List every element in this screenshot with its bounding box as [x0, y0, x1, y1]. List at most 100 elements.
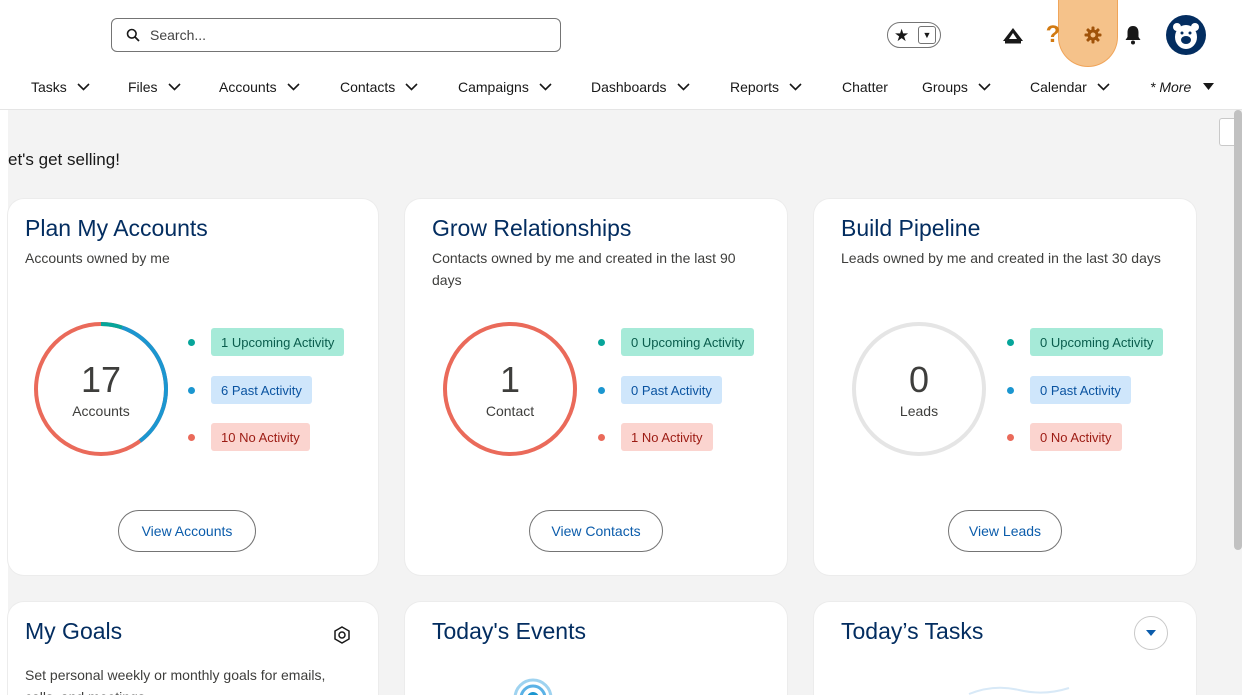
nav-label: Campaigns — [458, 79, 529, 95]
trailhead-icon[interactable] — [1000, 25, 1026, 47]
upcoming-activity-badge[interactable]: 1 Upcoming Activity — [211, 328, 345, 356]
nav-label: Calendar — [1030, 79, 1087, 95]
no-activity-dot — [188, 433, 195, 441]
upcoming-dot — [598, 338, 605, 346]
search-placeholder: Search... — [150, 27, 207, 43]
utility-side-tab[interactable] — [1219, 118, 1235, 146]
global-header: Search... ★ ▼ ? Tasks Files Accounts Con… — [0, 0, 1242, 110]
view-contacts-button[interactable]: View Contacts — [529, 510, 663, 552]
help-icon[interactable]: ? — [1042, 21, 1064, 49]
search-icon — [126, 27, 142, 43]
chevron-down-icon[interactable]: ▼ — [918, 26, 936, 44]
nav-item-groups[interactable]: Groups — [922, 72, 991, 102]
card-title: Today's Events — [432, 618, 586, 644]
chevron-down-icon[interactable] — [287, 83, 300, 91]
chevron-down-icon[interactable] — [978, 83, 991, 91]
chevron-down-icon[interactable] — [789, 83, 802, 91]
card-my-goals: My Goals Set personal weekly or monthly … — [8, 602, 378, 695]
page-heading: et's get selling! — [8, 150, 120, 169]
nav-label: Chatter — [842, 79, 888, 95]
favorites-button[interactable]: ★ ▼ — [887, 22, 941, 48]
no-activity-badge[interactable]: 0 No Activity — [1030, 423, 1122, 451]
nav-label: Files — [128, 79, 158, 95]
tasks-illustration-icon — [968, 686, 1070, 695]
nav-more-label: * More — [1150, 79, 1192, 95]
legend-none: 0 No Activity — [1007, 423, 1122, 451]
bell-icon[interactable] — [1122, 24, 1144, 46]
nav-item-more[interactable]: * More — [1150, 72, 1215, 102]
legend-upcoming: 0 Upcoming Activity — [1007, 328, 1164, 356]
chevron-down-icon[interactable] — [539, 83, 552, 91]
view-leads-button[interactable]: View Leads — [948, 510, 1062, 552]
chevron-down-icon[interactable] — [1097, 83, 1110, 91]
chevron-down-icon[interactable] — [77, 83, 90, 91]
legend-past: 0 Past Activity — [598, 376, 722, 404]
chevron-down-icon[interactable] — [676, 83, 690, 91]
card-subtitle: Leads owned by me and created in the las… — [841, 250, 1161, 266]
star-icon[interactable]: ★ — [894, 27, 909, 44]
nav-label: Reports — [730, 79, 780, 95]
past-dot — [1007, 386, 1014, 394]
card-title: Build Pipeline — [841, 215, 981, 241]
nav-label: Groups — [922, 79, 968, 95]
contacts-count: 1 — [499, 359, 521, 400]
no-activity-dot — [1007, 433, 1014, 441]
legend-none: 10 No Activity — [188, 423, 310, 451]
nav-item-chatter[interactable]: Chatter — [842, 72, 888, 102]
target-settings-icon[interactable] — [333, 626, 351, 649]
nav-item-calendar[interactable]: Calendar — [1030, 72, 1110, 102]
gear-icon[interactable] — [1082, 24, 1104, 46]
contacts-count-label: Contact — [485, 403, 535, 419]
no-activity-dot — [598, 433, 605, 441]
leads-count: 0 — [908, 359, 930, 400]
upcoming-activity-badge[interactable]: 0 Upcoming Activity — [621, 328, 755, 356]
chevron-down-icon[interactable] — [405, 83, 418, 91]
past-activity-badge[interactable]: 0 Past Activity — [1030, 376, 1131, 404]
legend-past: 0 Past Activity — [1007, 376, 1131, 404]
accounts-count-label: Accounts — [72, 403, 130, 419]
tasks-filter-dropdown[interactable] — [1134, 616, 1168, 650]
nav-label: Tasks — [31, 79, 67, 95]
card-build-pipeline: Build Pipeline Leads owned by me and cre… — [814, 199, 1196, 575]
card-title: Today’s Tasks — [841, 618, 984, 644]
nav-item-dashboards[interactable]: Dashboards — [591, 72, 690, 102]
card-title: Plan My Accounts — [25, 215, 208, 241]
legend-none: 1 No Activity — [598, 423, 713, 451]
upcoming-activity-badge[interactable]: 0 Upcoming Activity — [1030, 328, 1164, 356]
legend-past: 6 Past Activity — [188, 376, 312, 404]
nav-item-files[interactable]: Files — [128, 72, 181, 102]
past-dot — [598, 386, 605, 394]
no-activity-badge[interactable]: 10 No Activity — [211, 423, 310, 451]
view-accounts-button[interactable]: View Accounts — [118, 510, 256, 552]
nav-label: Accounts — [219, 79, 277, 95]
past-activity-badge[interactable]: 0 Past Activity — [621, 376, 722, 404]
card-subtitle: Set personal weekly or monthly goals for… — [25, 667, 326, 695]
past-dot — [188, 386, 195, 394]
card-todays-events: Today's Events — [405, 602, 787, 695]
nav-item-contacts[interactable]: Contacts — [340, 72, 418, 102]
card-plan-my-accounts: Plan My Accounts Accounts owned by me 17… — [8, 199, 378, 575]
upcoming-dot — [1007, 338, 1014, 346]
legend-upcoming: 0 Upcoming Activity — [598, 328, 755, 356]
card-title: Grow Relationships — [432, 215, 632, 241]
nav-item-reports[interactable]: Reports — [730, 72, 802, 102]
app-nav: Tasks Files Accounts Contacts Campaigns … — [0, 72, 1242, 102]
past-activity-badge[interactable]: 6 Past Activity — [211, 376, 312, 404]
caret-down-icon[interactable] — [1203, 83, 1215, 91]
nav-item-campaigns[interactable]: Campaigns — [458, 72, 552, 102]
leads-count-label: Leads — [899, 403, 939, 419]
search-input[interactable]: Search... — [111, 18, 561, 52]
legend-upcoming: 1 Upcoming Activity — [188, 328, 345, 356]
nav-label: Contacts — [340, 79, 396, 95]
card-title: My Goals — [25, 618, 123, 644]
avatar[interactable] — [1166, 15, 1206, 55]
nav-item-tasks[interactable]: Tasks — [31, 72, 90, 102]
card-subtitle: Accounts owned by me — [25, 250, 170, 266]
chevron-down-icon[interactable] — [167, 83, 181, 91]
scrollbar[interactable] — [1234, 110, 1242, 550]
card-todays-tasks: Today’s Tasks — [814, 602, 1196, 695]
no-activity-badge[interactable]: 1 No Activity — [621, 423, 713, 451]
accounts-count: 17 — [80, 359, 122, 400]
nav-item-accounts[interactable]: Accounts — [219, 72, 300, 102]
events-illustration-icon — [513, 678, 553, 695]
